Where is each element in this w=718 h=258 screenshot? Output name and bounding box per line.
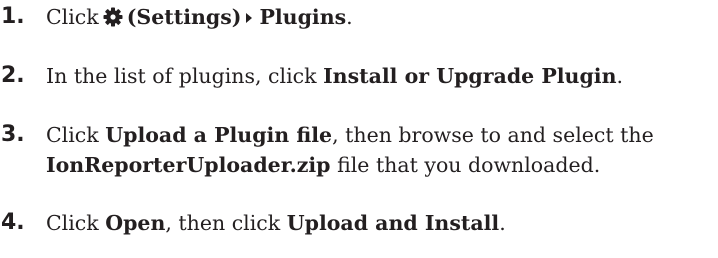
plugins-label: Plugins: [259, 5, 347, 29]
step-end: .: [499, 211, 506, 235]
install-upgrade-label: Install or Upgrade Plugin: [323, 64, 617, 88]
step-end: .: [346, 5, 353, 29]
settings-label: (Settings): [126, 5, 242, 29]
step-text: Click Upload a Plugin file, then browse …: [46, 120, 716, 180]
step-text-click: Click: [46, 123, 99, 147]
step-text: Click (Settings) Plugins.: [46, 2, 716, 32]
step-end: .: [616, 64, 624, 88]
step-text-mid: , then click: [165, 211, 281, 235]
zip-file-name: IonReporterUploader.zip: [46, 153, 331, 177]
right-triangle-icon: [245, 12, 253, 24]
open-label: Open: [105, 211, 166, 235]
step-number: 3.: [1, 122, 25, 147]
step-number: 2.: [1, 63, 25, 88]
gear-icon: [103, 7, 123, 27]
step-text-click: Click: [46, 211, 99, 235]
upload-plugin-file-label: Upload a Plugin file: [105, 123, 333, 147]
step-number: 4.: [1, 210, 25, 235]
step-text-mid: , then browse to and select the: [332, 123, 654, 147]
step-number: 1.: [1, 4, 25, 29]
step-text-tail: file that you downloaded.: [337, 153, 601, 177]
step-text-click: Click: [46, 5, 99, 29]
step-text: Click Open, then click Upload and Instal…: [46, 208, 716, 238]
step-text: In the list of plugins, click Install or…: [46, 61, 716, 91]
upload-install-label: Upload and Install: [286, 211, 500, 235]
step-text-lead: In the list of plugins, click: [46, 64, 317, 88]
